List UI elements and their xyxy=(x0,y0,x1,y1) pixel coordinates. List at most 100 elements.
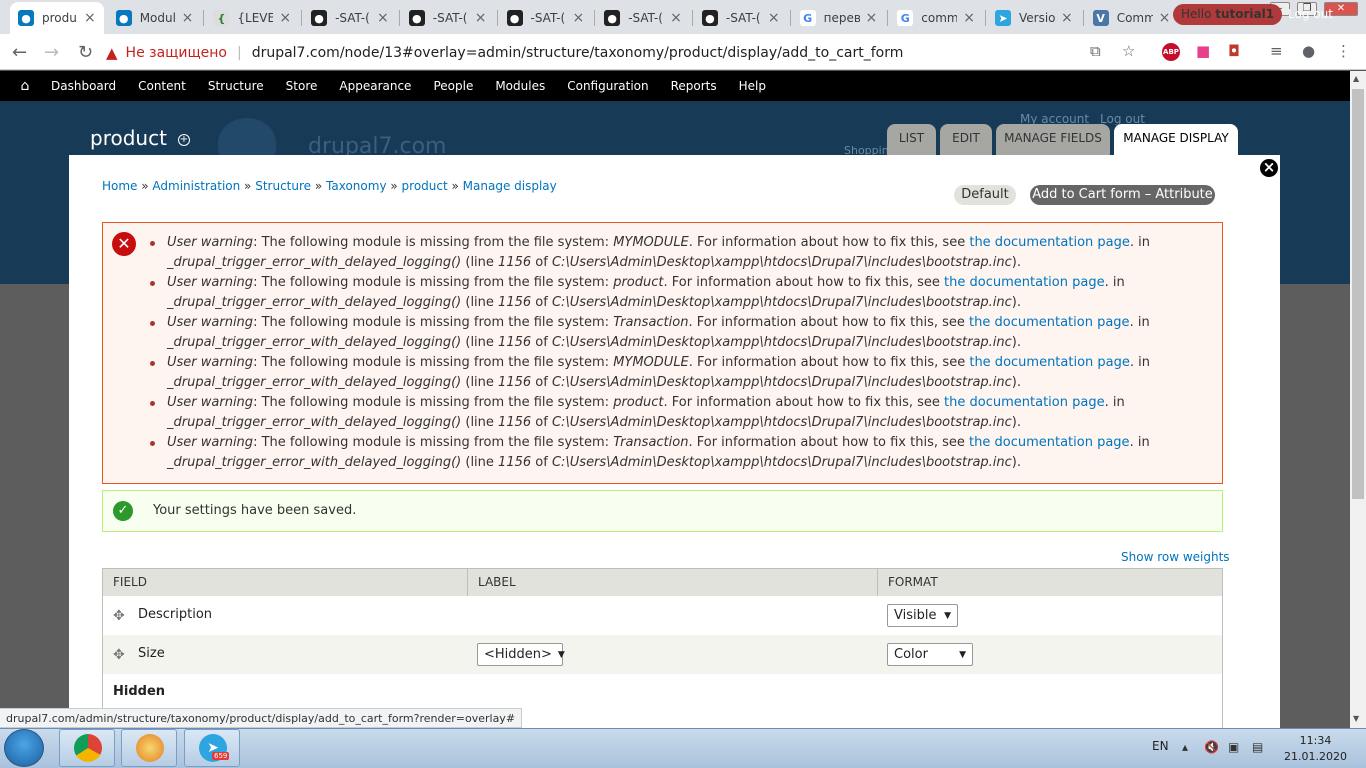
breadcrumb-taxonomy[interactable]: Taxonomy xyxy=(326,179,387,193)
back-icon[interactable]: ← xyxy=(12,42,27,63)
pocket-icon[interactable]: ◘ xyxy=(1228,42,1240,60)
error-list: User warning : The following module is mi… xyxy=(150,233,1150,473)
translate-icon[interactable]: ⧉ xyxy=(1090,42,1101,60)
language-indicator[interactable]: EN xyxy=(1152,739,1169,753)
toolbar-item-reports[interactable]: Reports xyxy=(671,79,717,93)
close-tab-icon[interactable]: × xyxy=(377,10,389,26)
label-select[interactable]: <Hidden> ▼ xyxy=(477,643,565,666)
breadcrumb-manage-display[interactable]: Manage display xyxy=(463,179,557,193)
telegram-taskbar-button[interactable]: ➤ xyxy=(184,729,240,767)
close-tab-icon[interactable]: × xyxy=(572,10,584,26)
drag-handle-icon[interactable]: ✥ xyxy=(113,647,125,663)
browser-tab[interactable]: ● -SAT-(× xyxy=(401,2,495,34)
scroll-up-icon[interactable]: ▲ xyxy=(1353,74,1359,83)
toolbar-item-structure[interactable]: Structure xyxy=(208,79,264,93)
tray-expand-icon[interactable]: ▴ xyxy=(1182,740,1188,754)
format-select[interactable]: Color ▼ xyxy=(887,643,973,666)
tab-list[interactable]: LIST xyxy=(887,124,936,155)
start-button[interactable] xyxy=(4,729,44,767)
toolbar-item-content[interactable]: Content xyxy=(138,79,186,93)
toolbar-item-help[interactable]: Help xyxy=(739,79,766,93)
tab-edit[interactable]: EDIT xyxy=(940,124,992,155)
toolbar-logout-link[interactable]: Log out xyxy=(1288,7,1333,21)
browser-tab[interactable]: ● produ × xyxy=(10,2,104,34)
volume-muted-icon[interactable]: 🔇 xyxy=(1204,740,1219,754)
breadcrumb-structure[interactable]: Structure xyxy=(255,179,311,193)
close-tab-icon[interactable]: × xyxy=(670,10,682,26)
show-row-weights-link[interactable]: Show row weights xyxy=(1121,550,1230,564)
browser-tab[interactable]: ➤ Versio × xyxy=(987,2,1081,34)
extension-icon[interactable]: ■ xyxy=(1196,42,1210,60)
menu-icon[interactable]: ⋮ xyxy=(1336,42,1351,60)
close-tab-icon[interactable]: × xyxy=(768,10,780,26)
toolbar-item-configuration[interactable]: Configuration xyxy=(567,79,648,93)
breadcrumb-home[interactable]: Home xyxy=(102,179,137,193)
subtab-default[interactable]: Default xyxy=(954,185,1016,205)
browser-tab[interactable]: ● Modul × xyxy=(108,2,202,34)
close-tab-icon[interactable]: × xyxy=(866,10,878,26)
forward-icon[interactable]: → xyxy=(44,42,59,63)
error-type: User warning xyxy=(167,315,254,330)
browser-tab[interactable]: Gcomm × xyxy=(889,2,983,34)
browser-tab[interactable]: ● -SAT-(× xyxy=(499,2,593,34)
vk-icon: V xyxy=(1092,10,1109,26)
close-tab-icon[interactable]: × xyxy=(279,10,291,26)
profile-icon[interactable]: ● xyxy=(1302,42,1315,60)
network-icon[interactable]: ▣ xyxy=(1228,740,1239,754)
subtab-add-to-cart-form[interactable]: Add to Cart form – Attribute xyxy=(1030,185,1215,205)
documentation-link[interactable]: the documentation page xyxy=(969,235,1130,250)
close-tab-icon[interactable]: × xyxy=(1159,10,1171,26)
breadcrumb-administration[interactable]: Administration xyxy=(152,179,240,193)
close-overlay-icon[interactable]: × xyxy=(1258,157,1280,179)
close-tab-icon[interactable]: × xyxy=(182,10,194,26)
tab-manage-display[interactable]: MANAGE DISPLAY xyxy=(1114,124,1238,155)
address-bar[interactable]: ▲ Не защищено | drupal7.com/node/13#over… xyxy=(106,39,1150,67)
warning-icon[interactable]: ▲ xyxy=(106,44,118,62)
documentation-link[interactable]: the documentation page xyxy=(944,395,1105,410)
action-center-icon[interactable]: ▤ xyxy=(1252,740,1263,754)
toolbar-item-store[interactable]: Store xyxy=(286,79,318,93)
close-tab-icon[interactable]: × xyxy=(475,10,487,26)
chrome-icon xyxy=(74,734,102,762)
github-icon: ● xyxy=(506,10,523,26)
page-scrollbar[interactable]: ▲ ▼ xyxy=(1350,71,1366,728)
chrome-taskbar-button[interactable] xyxy=(59,729,115,767)
toolbar-item-modules[interactable]: Modules xyxy=(495,79,545,93)
browser-tab[interactable]: ● -SAT-(× xyxy=(596,2,690,34)
bookmark-star-icon[interactable]: ☆ xyxy=(1122,42,1135,60)
browser-tab[interactable]: V Comm × xyxy=(1085,2,1179,34)
url-text[interactable]: drupal7.com/node/13#overlay=admin/struct… xyxy=(252,45,904,61)
breadcrumb-product[interactable]: product xyxy=(402,179,448,193)
tab-manage-fields[interactable]: MANAGE FIELDS xyxy=(996,124,1110,155)
adblock-icon[interactable]: ABP xyxy=(1162,43,1180,61)
documentation-link[interactable]: the documentation page xyxy=(944,275,1105,290)
browser-tab[interactable]: Gперев × xyxy=(792,2,886,34)
scrollbar-thumb[interactable] xyxy=(1352,89,1364,499)
documentation-link[interactable]: the documentation page xyxy=(969,435,1130,450)
toolbar-item-people[interactable]: People xyxy=(433,79,473,93)
hello-user-badge[interactable]: Hello tutorial1 xyxy=(1173,4,1283,25)
security-label[interactable]: Не защищено xyxy=(126,45,227,61)
close-tab-icon[interactable]: × xyxy=(84,10,96,26)
toolbar-item-appearance[interactable]: Appearance xyxy=(339,79,411,93)
close-tab-icon[interactable]: × xyxy=(963,10,975,26)
home-icon[interactable]: ⌂ xyxy=(10,78,40,94)
paint-taskbar-button[interactable] xyxy=(121,729,177,767)
browser-tab[interactable]: ● -SAT-(× xyxy=(303,2,397,34)
close-tab-icon[interactable]: × xyxy=(1061,10,1073,26)
drag-handle-icon[interactable]: ✥ xyxy=(113,608,125,624)
column-header-field: FIELD xyxy=(103,569,468,596)
error-text: : The following module is missing from t… xyxy=(253,395,614,410)
browser-tab[interactable]: ● -SAT-(× xyxy=(694,2,788,34)
documentation-link[interactable]: the documentation page xyxy=(969,315,1130,330)
browser-tab[interactable]: {{LEVEL × xyxy=(205,2,299,34)
error-text: . For information about how to fix this,… xyxy=(688,235,970,250)
format-select[interactable]: Visible ▼ xyxy=(887,604,958,627)
scroll-down-icon[interactable]: ▼ xyxy=(1353,714,1359,723)
reading-list-icon[interactable]: ≡ xyxy=(1270,42,1283,60)
system-clock[interactable]: 11:34 21.01.2020 xyxy=(1284,733,1347,765)
reload-icon[interactable]: ↻ xyxy=(78,42,93,63)
documentation-link[interactable]: the documentation page xyxy=(969,355,1130,370)
add-shortcut-icon[interactable]: + xyxy=(178,134,190,146)
toolbar-item-dashboard[interactable]: Dashboard xyxy=(51,79,116,93)
